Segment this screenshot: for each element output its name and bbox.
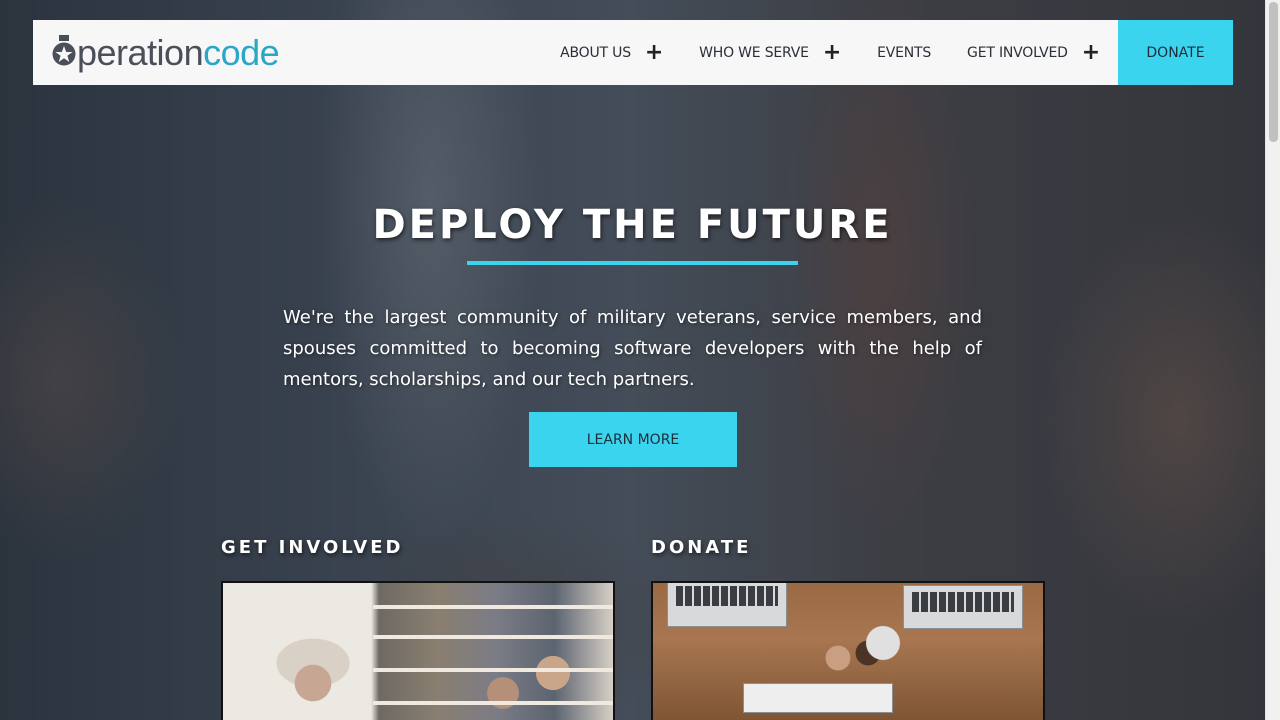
power-strip-decoration xyxy=(743,683,893,713)
laptop-decoration xyxy=(667,583,787,627)
plus-icon[interactable]: + xyxy=(1082,41,1100,64)
title-underline xyxy=(467,261,798,265)
hero-description: We're the largest community of military … xyxy=(283,307,982,390)
nav-item-who-we-serve[interactable]: WHO WE SERVE + xyxy=(699,41,841,64)
donate-card-image[interactable] xyxy=(651,581,1045,720)
nav-item-events[interactable]: EVENTS xyxy=(877,45,931,61)
scrollbar-thumb[interactable] xyxy=(1269,2,1278,142)
nav-label: WHO WE SERVE xyxy=(699,44,809,61)
section-heading-donate: DONATE xyxy=(651,537,752,558)
hero-title: DEPLOY THE FUTURE xyxy=(372,202,893,248)
nav-label: GET INVOLVED xyxy=(967,44,1068,61)
nav-item-get-involved[interactable]: GET INVOLVED + xyxy=(967,41,1100,64)
bookshelf-decoration xyxy=(373,668,613,672)
bookshelf-decoration xyxy=(373,635,613,639)
laptop-decoration xyxy=(903,585,1023,629)
plus-icon[interactable]: + xyxy=(823,41,841,64)
learn-more-button[interactable]: LEARN MORE xyxy=(529,412,737,467)
donate-button[interactable]: DONATE xyxy=(1118,20,1233,85)
bookshelf-decoration xyxy=(373,605,613,609)
nav-item-about-us[interactable]: ABOUT US + xyxy=(560,41,663,64)
get-involved-card-image[interactable] xyxy=(221,581,615,720)
bookshelf-decoration xyxy=(373,701,613,705)
medal-icon xyxy=(52,34,76,73)
page-scrollbar[interactable] xyxy=(1265,0,1280,720)
nav-label: EVENTS xyxy=(877,44,932,61)
nav-label: ABOUT US xyxy=(560,44,631,61)
logo-text-code: code xyxy=(203,31,280,73)
main-nav: ABOUT US + WHO WE SERVE + EVENTS GET INV… xyxy=(560,20,1233,85)
logo-text-operation: peration xyxy=(77,31,204,73)
navbar: perationcode ABOUT US + WHO WE SERVE + E… xyxy=(33,20,1233,85)
section-heading-get-involved: GET INVOLVED xyxy=(221,537,404,558)
plus-icon[interactable]: + xyxy=(645,41,663,64)
logo-link[interactable]: perationcode xyxy=(52,20,280,85)
